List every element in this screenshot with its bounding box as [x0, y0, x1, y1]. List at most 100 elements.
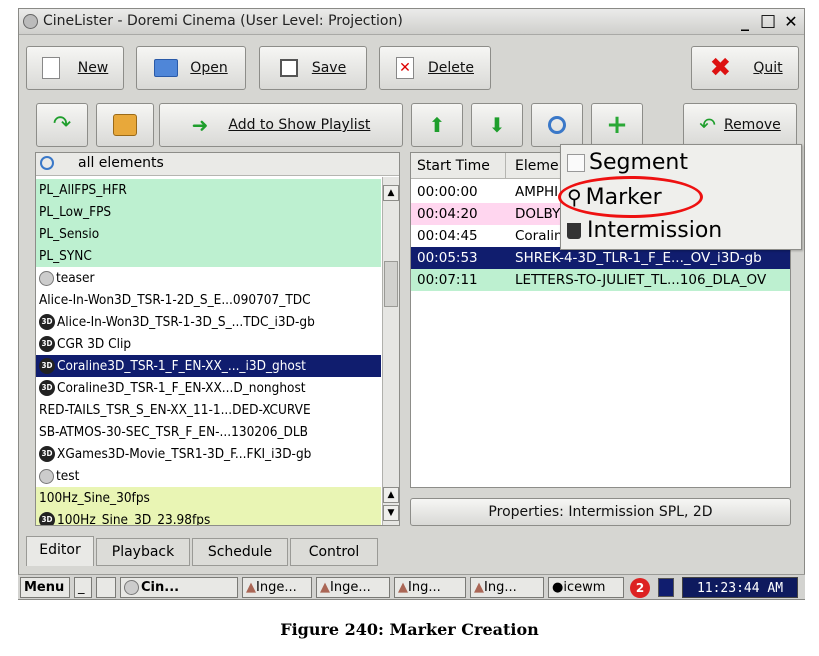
taskbar-app-ingest-1[interactable]: ▲Inge...: [242, 577, 312, 598]
column-element[interactable]: Eleme: [515, 158, 559, 174]
workspace-indicator[interactable]: [658, 578, 674, 597]
element-list-item-label: Coraline3D_TSR-1_F_EN-XX...D_nonghost: [57, 380, 306, 396]
element-list-item-label: teaser: [56, 270, 95, 286]
tab-playback[interactable]: Playback: [96, 538, 190, 566]
save-button-label: Save: [311, 60, 347, 76]
element-list-item[interactable]: PL_Low_FPS: [36, 201, 381, 223]
icewm-icon: ●: [552, 580, 564, 595]
element-list-item[interactable]: 3D 100Hz_Sine_3D_23.98fps: [36, 509, 381, 525]
element-list-item[interactable]: SB-ATMOS-30-SEC_TSR_F_EN-...130206_DLB: [36, 421, 381, 443]
element-list-item[interactable]: 100Hz_Sine_30fps: [36, 487, 381, 509]
move-up-button[interactable]: ⬆: [411, 103, 463, 147]
open-button-label: Open: [190, 60, 228, 76]
reel-icon: [124, 580, 139, 595]
element-list-item[interactable]: test: [36, 465, 381, 487]
element-list-item[interactable]: 3D XGames3D-Movie_TSR1-3D_F...FKI_i3D-gb: [36, 443, 381, 465]
taskbar-menu-button[interactable]: Menu: [20, 577, 70, 598]
minimize-button[interactable]: _: [736, 13, 754, 31]
open-button[interactable]: Open: [136, 46, 246, 90]
magnifier-icon: [548, 116, 566, 134]
maximize-button[interactable]: □: [759, 13, 777, 31]
green-right-arrow-icon: ➜: [191, 113, 209, 137]
element-list-scrollbar[interactable]: ▲ ▲ ▼: [382, 177, 399, 525]
segment-icon: [567, 154, 585, 172]
taskbar-window-icon[interactable]: [96, 577, 116, 598]
3d-badge-icon: 3D: [39, 512, 55, 525]
element-list-item[interactable]: 3D Coraline3D_TSR-1_F_EN-XX...D_nonghost: [36, 377, 381, 399]
playlist-start-time: 00:00:00: [417, 184, 478, 200]
quit-button[interactable]: ✖ Quit: [691, 46, 799, 90]
search-button[interactable]: [531, 103, 583, 147]
delete-button[interactable]: ✕ Delete: [379, 46, 491, 90]
playlist-element-name: AMPHI: [515, 184, 559, 200]
playlist-element-name: DOLBY: [515, 206, 561, 222]
close-window-button[interactable]: ✕: [782, 13, 800, 31]
save-button[interactable]: Save: [259, 46, 367, 90]
new-button[interactable]: New: [26, 46, 124, 90]
3d-badge-icon: 3D: [39, 446, 55, 462]
menu-item-segment[interactable]: Segment: [567, 147, 688, 179]
highlight-circle: [558, 176, 703, 218]
taskbar-app-label: icewm: [563, 580, 606, 595]
scroll-up-button[interactable]: ▲: [383, 185, 399, 201]
notification-badge[interactable]: 2: [630, 578, 650, 598]
delete-button-label: Delete: [428, 60, 474, 76]
element-list-item-label: PL_SYNC: [39, 248, 92, 264]
scroll-down-button-upper[interactable]: ▲: [383, 487, 399, 503]
menu-item-intermission[interactable]: Intermission: [567, 215, 722, 247]
element-list-item[interactable]: RED-TAILS_TSR_S_EN-XX_11-1...DED-XCURVE: [36, 399, 381, 421]
green-curved-arrow-icon: ↷: [52, 112, 72, 137]
taskbar-app-label: Ing...: [408, 580, 441, 595]
column-start-time[interactable]: Start Time: [417, 158, 490, 174]
scroll-thumb[interactable]: [384, 261, 398, 307]
tab-editor[interactable]: Editor: [26, 536, 94, 566]
add-to-show-playlist-button[interactable]: ➜ Add to Show Playlist: [159, 103, 403, 147]
element-list-item[interactable]: 3D Coraline3D_TSR-1_F_EN-XX_..._i3D_ghost: [36, 355, 381, 377]
element-list-item-label: PL_AllFPS_HFR: [39, 182, 127, 198]
playlist-row[interactable]: 00:05:53 SHREK-4-3D_TLR-1_F_E..._OV_i3D-g…: [411, 247, 790, 269]
move-down-button[interactable]: ⬇: [471, 103, 523, 147]
element-list-item[interactable]: PL_AllFPS_HFR: [36, 179, 381, 201]
taskbar-app-label: Ing...: [484, 580, 517, 595]
element-list-item-label: Alice-In-Won3D_TSR-1-3D_S_...TDC_i3D-gb: [57, 314, 315, 330]
tab-schedule[interactable]: Schedule: [192, 538, 288, 566]
playlist-row[interactable]: 00:07:11 LETTERS-TO-JULIET_TL...106_DLA_O…: [411, 269, 790, 291]
scroll-down-button[interactable]: ▼: [383, 505, 399, 521]
element-list-item[interactable]: PL_Sensio: [36, 223, 381, 245]
element-list-item[interactable]: 3D CGR 3D Clip: [36, 333, 381, 355]
3d-badge-icon: 3D: [39, 314, 55, 330]
element-list-item-label: 100Hz_Sine_30fps: [39, 490, 150, 506]
red-x-icon: ✖: [709, 53, 732, 83]
ingest-icon: ▲: [320, 580, 330, 595]
film-reel-icon: [39, 270, 54, 286]
ingest-icon: ▲: [246, 580, 256, 595]
show-desktop-button[interactable]: _: [74, 577, 92, 598]
properties-bar[interactable]: Properties: Intermission SPL, 2D: [410, 498, 791, 526]
element-list-item[interactable]: PL_SYNC: [36, 245, 381, 267]
remove-button[interactable]: ↶ Remove: [683, 103, 797, 147]
search-icon: [40, 156, 54, 170]
element-filter-bar[interactable]: all elements: [36, 153, 399, 176]
taskbar-app-cinelister[interactable]: Cin...: [120, 577, 238, 598]
element-list-item-label: Alice-In-Won3D_TSR-1-2D_S_E...090707_TDC: [39, 292, 311, 308]
element-list-item[interactable]: Alice-In-Won3D_TSR-1-2D_S_E...090707_TDC: [36, 289, 381, 311]
playlist-start-time: 00:05:53: [417, 250, 478, 266]
refresh-button[interactable]: ↷: [36, 103, 88, 147]
green-up-arrow-icon: ⬆: [428, 113, 446, 137]
3d-badge-icon: 3D: [39, 380, 55, 396]
add-button[interactable]: +: [591, 103, 643, 147]
tab-control[interactable]: Control: [290, 538, 378, 566]
taskbar-app-ingest-3[interactable]: ▲Ing...: [394, 577, 466, 598]
taskbar-clock: 11:23:44 AM: [682, 577, 798, 598]
taskbar-app-icewm[interactable]: ●icewm: [548, 577, 624, 598]
element-list-item-label: PL_Sensio: [39, 226, 100, 242]
taskbar-app-ingest-4[interactable]: ▲Ing...: [470, 577, 544, 598]
element-list: PL_AllFPS_HFR PL_Low_FPS PL_Sensio PL_SYNCt…: [36, 179, 381, 525]
element-list-item-label: RED-TAILS_TSR_S_EN-XX_11-1...DED-XCURVE: [39, 402, 311, 418]
taskbar-app-ingest-2[interactable]: ▲Inge...: [316, 577, 390, 598]
delete-package-button[interactable]: [96, 103, 154, 147]
element-list-item[interactable]: teaser: [36, 267, 381, 289]
menu-item-segment-label: Segment: [589, 150, 688, 175]
element-list-item-label: 100Hz_Sine_3D_23.98fps: [57, 512, 211, 525]
element-list-item[interactable]: 3D Alice-In-Won3D_TSR-1-3D_S_...TDC_i3D-g…: [36, 311, 381, 333]
